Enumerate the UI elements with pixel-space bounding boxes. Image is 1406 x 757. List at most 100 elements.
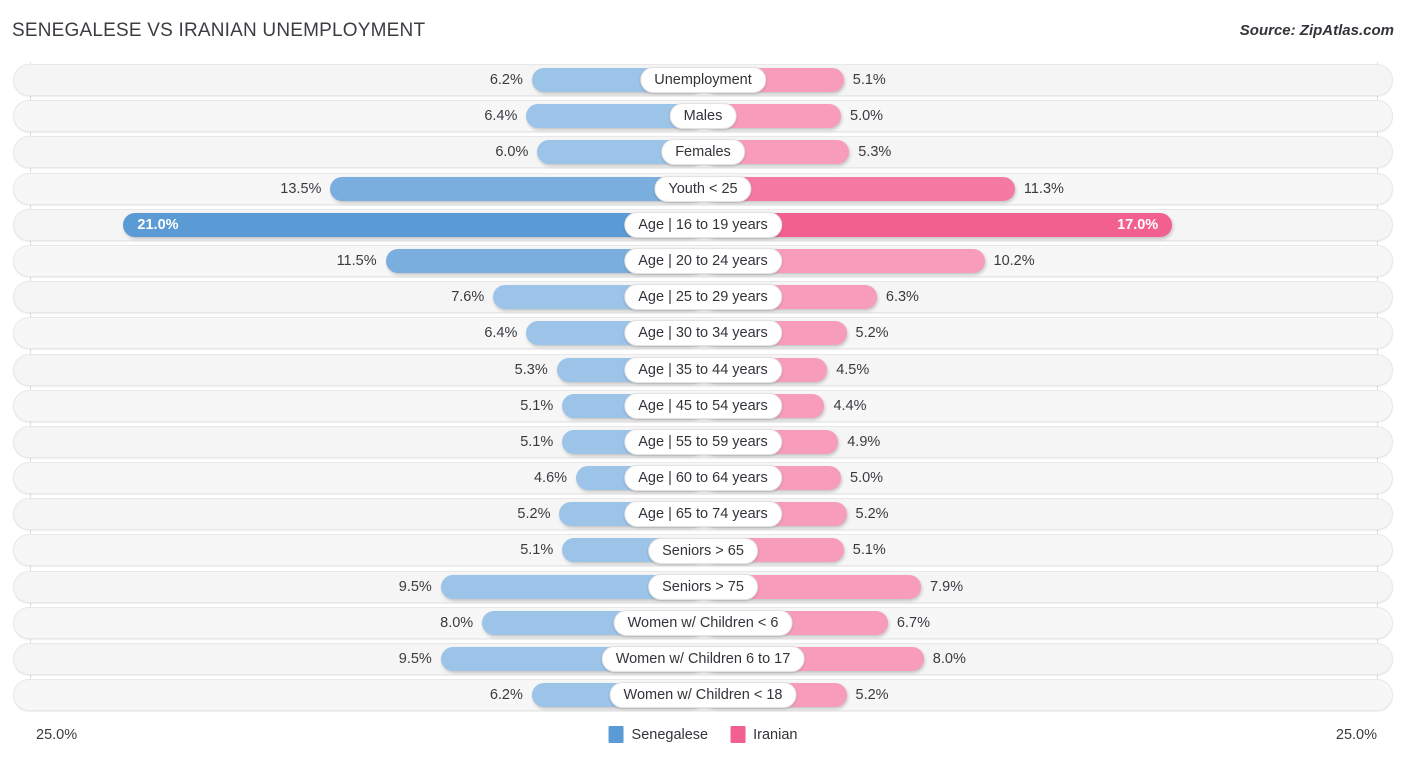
bar-value-iranian: 5.3%: [858, 144, 892, 161]
bar-row[interactable]: 5.2% 5.2% Age | 65 to 74 years: [0, 496, 1406, 532]
bar-left-side: 6.2%: [13, 683, 703, 708]
bar-right-side: 6.3%: [703, 285, 1393, 310]
bar-value-iranian: 11.3%: [1023, 180, 1064, 197]
bar-right-side: 4.5%: [703, 357, 1393, 382]
category-label[interactable]: Age | 30 to 34 years: [624, 320, 782, 347]
bar-value-iranian: 5.2%: [855, 325, 889, 342]
bar-senegalese[interactable]: [330, 176, 703, 201]
bar-value-senegalese: 21.0%: [137, 216, 179, 233]
bar-row[interactable]: 6.2% 5.1% Unemployment: [0, 62, 1406, 98]
bar-right-side: 5.2%: [703, 502, 1393, 527]
axis-min-label: 25.0%: [36, 727, 78, 743]
bar-value-senegalese: 6.0%: [495, 144, 529, 161]
bar-row[interactable]: 8.0% 6.7% Women w/ Children < 6: [0, 605, 1406, 641]
bar-row[interactable]: 6.4% 5.0% Males: [0, 98, 1406, 134]
category-label[interactable]: Women w/ Children 6 to 17: [601, 646, 805, 673]
bar-left-side: 6.0%: [13, 140, 703, 165]
bar-left-side: 21.0%: [13, 212, 703, 237]
bar-row[interactable]: 9.5% 7.9% Seniors > 75: [0, 569, 1406, 605]
bar-left-side: 9.5%: [13, 647, 703, 671]
bar-right-side: 11.3%: [703, 176, 1393, 201]
bar-left-side: 7.6%: [13, 285, 703, 310]
bar-value-senegalese: 9.5%: [398, 651, 432, 667]
bar-left-side: 6.4%: [13, 104, 703, 129]
category-label[interactable]: Women w/ Children < 18: [609, 682, 797, 709]
category-label[interactable]: Males: [669, 103, 737, 130]
legend-swatch-iranian: [730, 726, 746, 743]
bar-left-side: 9.5%: [13, 574, 703, 599]
bar-value-senegalese: 8.0%: [440, 614, 474, 631]
bar-value-senegalese: 5.1%: [520, 542, 554, 559]
bar-row[interactable]: 5.1% 5.1% Seniors > 65: [0, 532, 1406, 568]
bar-row[interactable]: 6.2% 5.2% Women w/ Children < 18: [0, 677, 1406, 713]
bar-right-side: 5.3%: [703, 140, 1393, 165]
legend-item[interactable]: Iranian: [730, 726, 797, 743]
category-label[interactable]: Females: [661, 139, 745, 166]
bar-value-senegalese: 5.3%: [514, 361, 548, 378]
bar-left-side: 4.6%: [13, 466, 703, 491]
bar-left-side: 13.5%: [13, 176, 703, 201]
bar-row[interactable]: 5.1% 4.4% Age | 45 to 54 years: [0, 388, 1406, 424]
bar-value-iranian: 5.0%: [850, 470, 884, 487]
category-label[interactable]: Age | 25 to 29 years: [624, 284, 782, 311]
bar-value-iranian: 5.1%: [852, 72, 886, 88]
category-label[interactable]: Age | 55 to 59 years: [624, 428, 782, 455]
bar-value-senegalese: 11.5%: [336, 252, 377, 269]
legend: Senegalese Iranian: [608, 726, 797, 743]
bar-value-iranian: 4.5%: [836, 361, 870, 378]
source-label: Source: ZipAtlas.com: [1239, 22, 1394, 39]
category-label[interactable]: Age | 16 to 19 years: [624, 211, 782, 238]
category-label[interactable]: Age | 45 to 54 years: [624, 392, 782, 419]
bar-right-side: 5.0%: [703, 466, 1393, 491]
bar-value-senegalese: 6.2%: [489, 687, 523, 704]
legend-label: Senegalese: [631, 726, 709, 743]
bar-right-side: 5.1%: [703, 68, 1393, 92]
category-label[interactable]: Seniors > 75: [648, 573, 758, 600]
category-label[interactable]: Seniors > 65: [648, 537, 758, 564]
category-label[interactable]: Age | 35 to 44 years: [624, 356, 782, 383]
bar-value-iranian: 10.2%: [993, 252, 1035, 269]
bar-value-iranian: 5.2%: [855, 506, 889, 523]
bar-row[interactable]: 11.5% 10.2% Age | 20 to 24 years: [0, 243, 1406, 279]
bar-row[interactable]: 5.3% 4.5% Age | 35 to 44 years: [0, 352, 1406, 388]
legend-swatch-senegalese: [608, 726, 624, 743]
bar-right-side: 4.4%: [703, 393, 1393, 418]
legend-label: Iranian: [753, 726, 798, 743]
bar-senegalese[interactable]: 21.0%: [123, 212, 703, 237]
bar-row[interactable]: 7.6% 6.3% Age | 25 to 29 years: [0, 279, 1406, 315]
bar-right-side: 5.1%: [703, 538, 1393, 563]
bar-right-side: 17.0%: [703, 212, 1393, 237]
bar-left-side: 5.2%: [13, 502, 703, 527]
bar-right-side: 4.9%: [703, 429, 1393, 454]
category-label[interactable]: Age | 60 to 64 years: [624, 465, 782, 492]
bar-row[interactable]: 13.5% 11.3% Youth < 25: [0, 171, 1406, 207]
bar-row[interactable]: 6.4% 5.2% Age | 30 to 34 years: [0, 315, 1406, 351]
bar-value-senegalese: 5.1%: [520, 397, 554, 414]
chart-header: SENEGALESE VS IRANIAN UNEMPLOYMENT Sourc…: [0, 0, 1406, 62]
bar-left-side: 5.3%: [13, 357, 703, 382]
bar-right-side: 7.9%: [703, 574, 1393, 599]
bar-row[interactable]: 9.5% 8.0% Women w/ Children 6 to 17: [0, 641, 1406, 677]
category-label[interactable]: Age | 20 to 24 years: [624, 248, 782, 275]
category-label[interactable]: Age | 65 to 74 years: [624, 501, 782, 528]
category-label[interactable]: Unemployment: [640, 67, 766, 94]
bar-value-iranian: 8.0%: [932, 651, 966, 667]
category-label[interactable]: Women w/ Children < 6: [613, 609, 793, 636]
bar-row[interactable]: 6.0% 5.3% Females: [0, 134, 1406, 170]
chart-container: SENEGALESE VS IRANIAN UNEMPLOYMENT Sourc…: [0, 0, 1406, 757]
bar-value-senegalese: 6.4%: [484, 325, 518, 342]
bar-row[interactable]: 5.1% 4.9% Age | 55 to 59 years: [0, 424, 1406, 460]
bar-row[interactable]: 21.0% 17.0% Age | 16 to 19 years: [0, 207, 1406, 243]
bar-value-iranian: 6.7%: [896, 614, 930, 631]
bar-right-side: 8.0%: [703, 647, 1393, 671]
axis-max-label: 25.0%: [1335, 727, 1377, 743]
category-label[interactable]: Youth < 25: [654, 175, 752, 202]
bar-right-side: 5.0%: [703, 104, 1393, 129]
bar-value-iranian: 5.1%: [852, 542, 886, 559]
bar-rows: 6.2% 5.1% Unemployment 6.4% 5.0% Males 6.0% 5.3…: [0, 62, 1406, 713]
legend-item[interactable]: Senegalese: [608, 726, 709, 743]
bar-row[interactable]: 4.6% 5.0% Age | 60 to 64 years: [0, 460, 1406, 496]
bar-value-senegalese: 9.5%: [398, 578, 432, 595]
bar-value-iranian: 17.0%: [1117, 216, 1159, 233]
bar-value-senegalese: 6.4%: [484, 108, 518, 125]
